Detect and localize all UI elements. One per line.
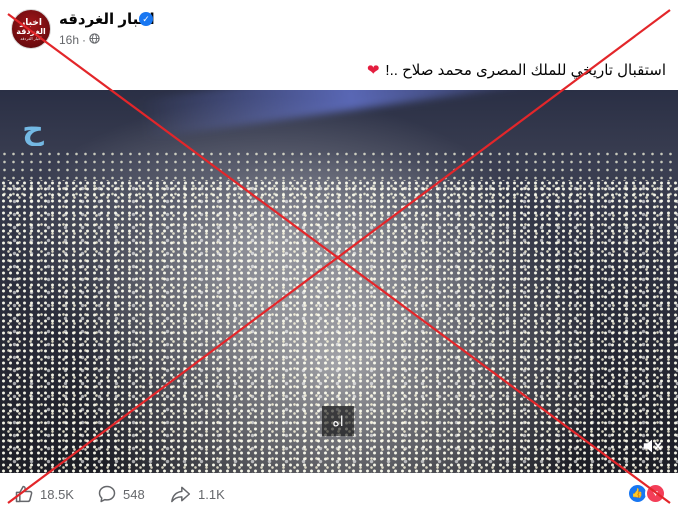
globe-icon[interactable] xyxy=(89,33,100,47)
post-text: استقبال تاريخي للملك المصرى محمد صلاح ..… xyxy=(367,61,666,79)
post-text-content: استقبال تاريخي للملك المصرى محمد صلاح ..… xyxy=(385,62,666,79)
page-avatar[interactable]: اخبار الغردقة أخبار الغردقة xyxy=(11,9,51,49)
avatar-text-2: الغردقة xyxy=(16,26,46,36)
post-actions-bar: 18.5K 548 1.1K 👍 ♥ xyxy=(0,473,678,511)
share-count: 1.1K xyxy=(198,486,225,502)
comment-icon xyxy=(97,484,117,504)
heart-emoji-icon: ❤ xyxy=(366,62,380,79)
video-player[interactable]: ح اه xyxy=(0,90,678,473)
like-icon xyxy=(14,484,34,504)
reaction-summary[interactable]: 👍 ♥ xyxy=(627,483,666,504)
like-button[interactable]: 18.5K xyxy=(14,484,74,504)
meta-separator: · xyxy=(82,33,87,47)
channel-logo-icon: ح xyxy=(22,113,44,146)
like-count: 18.5K xyxy=(40,486,74,502)
share-icon xyxy=(170,484,192,504)
post-header: اخبار الغردقة أخبار الغردقة اخبار الغردق… xyxy=(0,0,678,56)
share-button[interactable]: 1.1K xyxy=(170,484,225,504)
avatar-text-3: أخبار الغردقة xyxy=(20,35,42,41)
verified-badge-icon: ✓ xyxy=(139,12,153,26)
comment-button[interactable]: 548 xyxy=(97,484,145,504)
post-time[interactable]: 16h xyxy=(59,33,79,47)
comment-count: 548 xyxy=(123,486,145,502)
video-subtitle: اه xyxy=(322,406,354,436)
post-meta: 16h · xyxy=(59,33,100,47)
love-reaction-icon: ♥ xyxy=(645,483,666,504)
stage-light-beam xyxy=(139,90,561,140)
mute-icon[interactable] xyxy=(637,435,667,465)
avatar-text-1: اخبار xyxy=(20,16,42,27)
